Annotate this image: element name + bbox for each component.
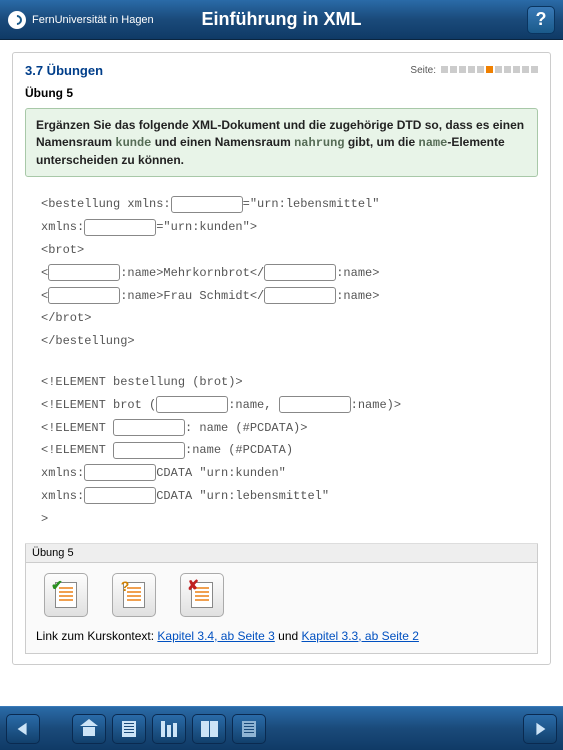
page-square[interactable] [468, 66, 475, 73]
pages-icon [201, 721, 218, 737]
footer-heading: Übung 5 [26, 544, 537, 563]
home-button[interactable] [72, 714, 106, 744]
blank-1[interactable] [171, 196, 243, 213]
exercise-box: 3.7 Übungen Seite: Übung 5 Ergänzen Sie … [12, 52, 551, 665]
blank-3[interactable] [48, 264, 120, 281]
close-icon: ✘ [185, 578, 201, 594]
org-logo-area: FernUniversität in Hagen [8, 11, 154, 29]
logo-icon [8, 11, 26, 29]
blank-9[interactable] [113, 419, 185, 436]
context-link-row: Link zum Kurskontext: Kapitel 3.4, ab Se… [36, 629, 527, 643]
blank-12[interactable] [84, 487, 156, 504]
context-link-2[interactable]: Kapitel 3.3, ab Seite 2 [302, 629, 419, 643]
page-square[interactable] [522, 66, 529, 73]
prev-button[interactable] [6, 714, 40, 744]
org-name: FernUniversität in Hagen [32, 14, 154, 26]
pages-button[interactable] [192, 714, 226, 744]
blank-11[interactable] [84, 464, 156, 481]
section-title: 3.7 Übungen [25, 63, 103, 78]
page-square[interactable] [486, 66, 493, 73]
single-page-button[interactable] [232, 714, 266, 744]
page-title: Einführung in XML [202, 9, 362, 30]
instruction-box: Ergänzen Sie das folgende XML-Dokument u… [25, 108, 538, 177]
page-square[interactable] [450, 66, 457, 73]
exercise-footer: Übung 5 ✔ ? ✘ Link zum Kurskontext: Kapi… [25, 544, 538, 654]
page-square[interactable] [477, 66, 484, 73]
document-icon [122, 721, 136, 737]
bottom-nav [0, 706, 563, 750]
code-fill-area: <bestellung xmlns:="urn:lebensmittel" xm… [25, 189, 538, 543]
page-square[interactable] [441, 66, 448, 73]
app-header: FernUniversität in Hagen Einführung in X… [0, 0, 563, 40]
blank-5[interactable] [48, 287, 120, 304]
page-square[interactable] [513, 66, 520, 73]
next-button[interactable] [523, 714, 557, 744]
check-answer-button[interactable]: ✔ [44, 573, 88, 617]
tools-button[interactable] [152, 714, 186, 744]
help-button[interactable]: ? [527, 6, 555, 34]
contents-button[interactable] [112, 714, 146, 744]
question-icon: ? [117, 578, 133, 594]
blank-8[interactable] [279, 396, 351, 413]
page-square[interactable] [531, 66, 538, 73]
reset-button[interactable]: ✘ [180, 573, 224, 617]
context-link-1[interactable]: Kapitel 3.4, ab Seite 3 [157, 629, 274, 643]
page-square[interactable] [495, 66, 502, 73]
blank-6[interactable] [264, 287, 336, 304]
content-area: 3.7 Übungen Seite: Übung 5 Ergänzen Sie … [0, 40, 563, 706]
hint-button[interactable]: ? [112, 573, 156, 617]
blank-4[interactable] [264, 264, 336, 281]
home-icon [81, 722, 97, 736]
tools-icon [161, 721, 177, 737]
page-square[interactable] [459, 66, 466, 73]
page-indicator: Seite: [410, 65, 538, 76]
blank-10[interactable] [113, 442, 185, 459]
blank-2[interactable] [84, 219, 156, 236]
page-square[interactable] [504, 66, 511, 73]
exercise-subtitle: Übung 5 [25, 86, 538, 100]
page-icon [242, 721, 256, 737]
check-icon: ✔ [49, 578, 65, 594]
blank-7[interactable] [156, 396, 228, 413]
